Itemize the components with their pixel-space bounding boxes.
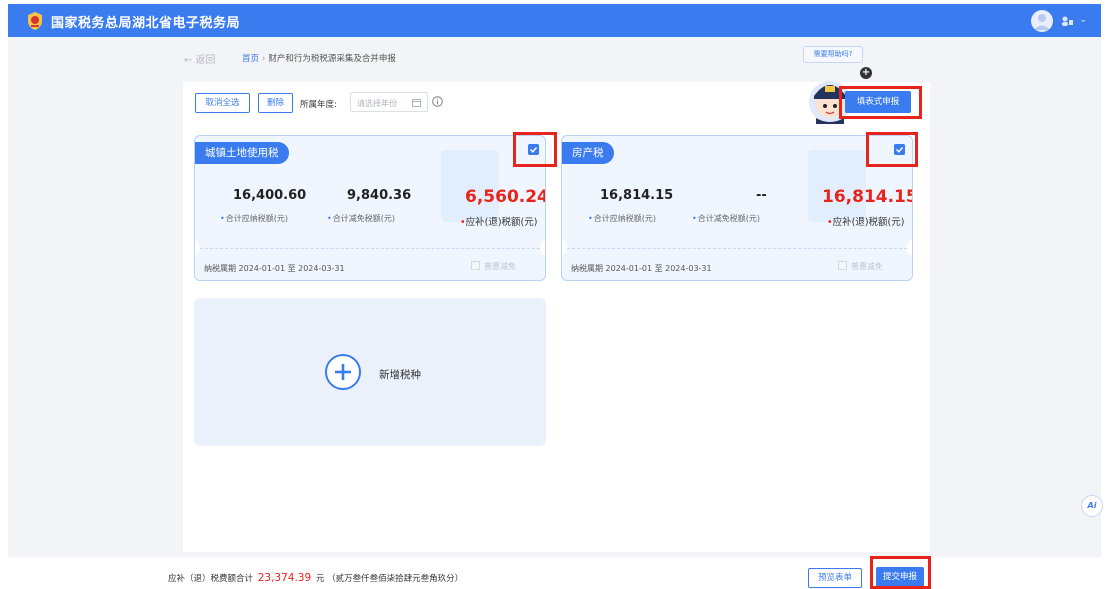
site-title: 国家税务总局湖北省电子税务局 bbox=[51, 16, 241, 31]
card-watermark bbox=[808, 150, 866, 222]
total-amount: 23,374.39 bbox=[257, 572, 312, 584]
back-link[interactable]: ← 返回 bbox=[184, 51, 216, 66]
add-tax-type-label: 新增税种 bbox=[379, 369, 421, 381]
card-tag: 城镇土地使用税 bbox=[195, 142, 289, 164]
user-avatar-icon[interactable] bbox=[1031, 10, 1053, 32]
tax-period: 纳税属期 2024-01-01 至 2024-03-31 bbox=[571, 264, 712, 273]
card-notch bbox=[540, 240, 545, 256]
preview-form-button[interactable]: 预览表单 bbox=[808, 568, 862, 588]
cancel-all-button[interactable]: 取消全选 bbox=[195, 93, 250, 113]
plus-circle-icon[interactable] bbox=[325, 354, 361, 390]
refund-amount-value: 6,560.24 bbox=[465, 187, 546, 207]
refund-amount-value: 16,814.15 bbox=[822, 187, 913, 207]
info-icon[interactable] bbox=[432, 96, 443, 107]
total-in-words: （贰万叁仟叁佰柒拾肆元叁角玖分） bbox=[327, 574, 464, 584]
help-bubble[interactable]: 需要帮助吗? bbox=[803, 46, 863, 63]
highlight-box-form-declare bbox=[839, 86, 922, 119]
total-summary: 应补（退）税费额合计 23,374.39 元 （贰万叁仟叁佰柒拾肆元叁角玖分） bbox=[168, 572, 464, 584]
breadcrumb: 首页 › 财产和行为税税源采集及合并申报 bbox=[242, 52, 396, 64]
assistant-plus-button[interactable]: + bbox=[860, 67, 872, 79]
year-placeholder: 请选择年份 bbox=[357, 99, 397, 108]
card-notch bbox=[562, 240, 567, 256]
total-relief-value: 9,840.36 bbox=[347, 188, 412, 203]
tax-card-land-use[interactable]: 城镇土地使用税 16,400.60 •合计应纳税额(元) 9,840.36 •合… bbox=[194, 135, 546, 281]
total-payable-value: 16,400.60 bbox=[233, 188, 307, 203]
highlight-box-card-check bbox=[513, 132, 557, 167]
tax-emblem-icon bbox=[28, 12, 42, 30]
calendar-icon bbox=[412, 99, 421, 107]
breadcrumb-home[interactable]: 首页 bbox=[242, 54, 259, 64]
year-label: 所属年度: bbox=[300, 100, 337, 110]
card-watermark bbox=[441, 150, 499, 222]
total-relief-label: •合计减免税额(元) bbox=[327, 214, 395, 223]
tax-card-property[interactable]: 房产税 16,814.15 •合计应纳税额(元) -- •合计减免税额(元) 1… bbox=[561, 135, 913, 281]
total-payable-value: 16,814.15 bbox=[600, 188, 674, 203]
breadcrumb-separator: › bbox=[262, 54, 266, 64]
relief-checkbox[interactable]: 普惠减免 bbox=[471, 261, 516, 272]
user-account-icon[interactable] bbox=[1061, 16, 1073, 26]
card-tag: 房产税 bbox=[562, 142, 614, 164]
chevron-down-icon[interactable]: ⌄ bbox=[1079, 15, 1087, 25]
card-divider bbox=[195, 248, 545, 249]
refund-amount-label: •应补(退)税额(元) bbox=[460, 217, 538, 228]
top-bar: 国家税务总局湖北省电子税务局 ⌄ bbox=[8, 4, 1101, 37]
total-payable-label: •合计应纳税额(元) bbox=[220, 214, 288, 223]
refund-amount-label: •应补(退)税额(元) bbox=[827, 217, 905, 228]
total-relief-value: -- bbox=[756, 188, 767, 203]
card-divider bbox=[562, 248, 912, 249]
breadcrumb-current: 财产和行为税税源采集及合并申报 bbox=[268, 54, 396, 64]
highlight-box-card-check bbox=[866, 132, 918, 167]
year-picker[interactable]: 请选择年份 bbox=[350, 92, 428, 112]
total-payable-label: •合计应纳税额(元) bbox=[588, 214, 656, 223]
card-notch bbox=[195, 240, 200, 256]
ai-assistant-button[interactable]: Ai bbox=[1081, 495, 1103, 517]
highlight-box-submit bbox=[870, 556, 931, 589]
total-relief-label: •合计减免税额(元) bbox=[692, 214, 760, 223]
tax-period: 纳税属期 2024-01-01 至 2024-03-31 bbox=[204, 264, 345, 273]
add-tax-type-card[interactable]: 新增税种 bbox=[194, 298, 546, 446]
delete-button[interactable]: 删除 bbox=[258, 93, 293, 113]
relief-checkbox[interactable]: 普惠减免 bbox=[838, 261, 883, 272]
card-notch bbox=[907, 240, 912, 256]
